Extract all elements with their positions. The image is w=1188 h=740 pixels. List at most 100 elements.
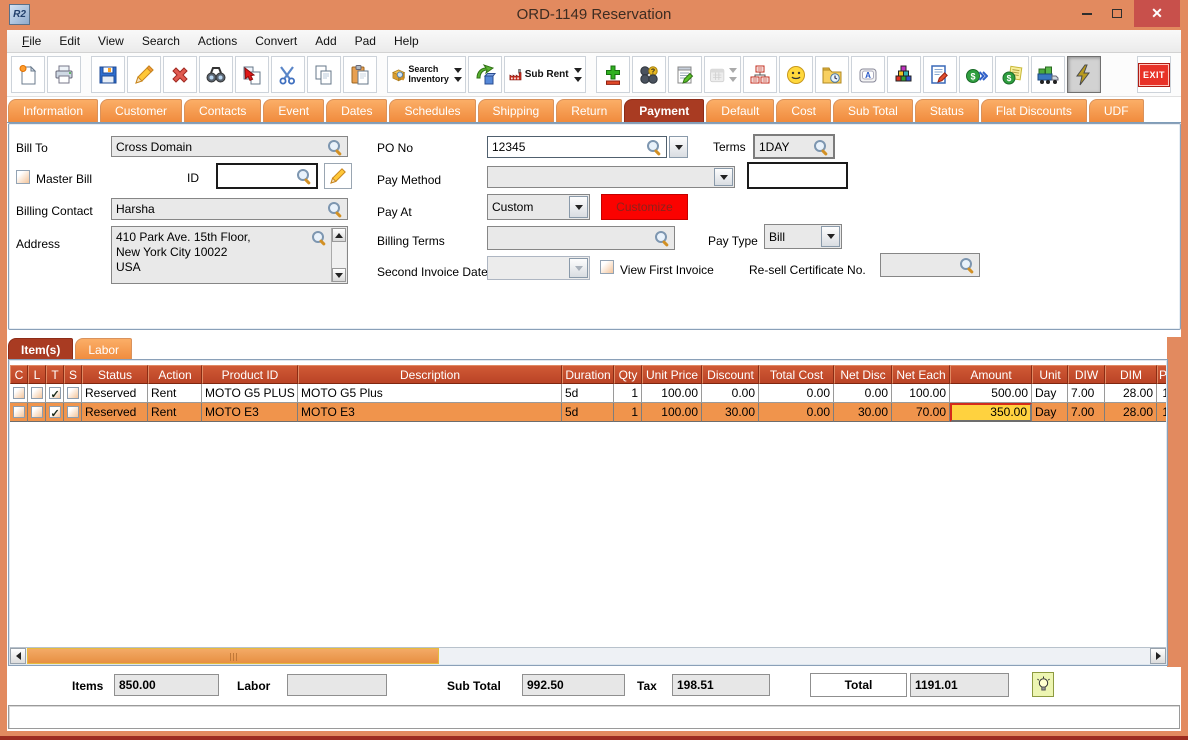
scroll-down-icon[interactable] — [332, 268, 346, 282]
new-document-button[interactable] — [11, 56, 45, 93]
scroll-right-icon[interactable] — [1150, 648, 1166, 664]
pay-method-dropdown[interactable] — [714, 168, 733, 186]
smiley-button[interactable] — [779, 56, 813, 93]
tab-default[interactable]: Default — [706, 99, 774, 122]
col-header-discount[interactable]: Discount — [702, 365, 759, 384]
table-cell[interactable]: 5d — [562, 384, 614, 403]
row-checkbox-cell[interactable] — [10, 384, 28, 403]
terms-field[interactable]: 1DAY — [753, 134, 835, 159]
col-header-duration[interactable]: Duration — [562, 365, 614, 384]
menu-item-add[interactable]: Add — [306, 30, 345, 52]
table-cell[interactable]: 28.00 — [1105, 403, 1157, 422]
col-header-net-each[interactable]: Net Each — [892, 365, 950, 384]
table-cell[interactable]: 100.00 — [642, 403, 702, 422]
exit-button[interactable]: EXIT — [1137, 56, 1171, 93]
search-icon[interactable] — [654, 230, 670, 246]
row-checkbox[interactable] — [13, 387, 25, 399]
org-chart-button[interactable] — [743, 56, 777, 93]
search-icon[interactable] — [813, 139, 829, 155]
table-cell[interactable]: 0.00 — [759, 384, 834, 403]
row-checkbox[interactable] — [49, 387, 61, 399]
table-cell[interactable]: 350.00 — [950, 403, 1032, 422]
items-tab-item-s-[interactable]: Item(s) — [8, 338, 73, 360]
sub-rent-dropdown[interactable] — [574, 68, 582, 82]
search-icon[interactable] — [327, 201, 343, 217]
print-button[interactable] — [47, 56, 81, 93]
table-cell[interactable]: 1 — [614, 384, 642, 403]
minimize-button[interactable] — [1072, 0, 1102, 27]
menu-item-help[interactable]: Help — [385, 30, 428, 52]
tab-dates[interactable]: Dates — [326, 99, 387, 122]
col-header-c[interactable]: C — [10, 365, 28, 384]
menu-item-pad[interactable]: Pad — [346, 30, 385, 52]
row-checkbox[interactable] — [67, 387, 79, 399]
tab-customer[interactable]: Customer — [100, 99, 182, 122]
table-cell[interactable]: 100.00 — [892, 384, 950, 403]
table-cell[interactable]: MOTO E3 — [298, 403, 562, 422]
delete-button[interactable] — [163, 56, 197, 93]
col-header-l[interactable]: L — [28, 365, 46, 384]
tab-event[interactable]: Event — [263, 99, 324, 122]
cut-button[interactable] — [271, 56, 305, 93]
money-forward-button[interactable]: $ — [959, 56, 993, 93]
tab-sub-total[interactable]: Sub Total — [833, 99, 913, 122]
table-cell[interactable]: 0.00 — [759, 403, 834, 422]
table-cell[interactable]: 0.00 — [834, 384, 892, 403]
table-cell[interactable]: 5d — [562, 403, 614, 422]
table-cell[interactable]: 30.00 — [702, 403, 759, 422]
table-cell[interactable]: 1 — [614, 403, 642, 422]
col-header-dim[interactable]: DIM — [1105, 365, 1157, 384]
tab-schedules[interactable]: Schedules — [389, 99, 475, 122]
col-header-net-disc[interactable]: Net Disc — [834, 365, 892, 384]
row-checkbox-cell[interactable] — [46, 403, 64, 422]
tab-udf[interactable]: UDF — [1089, 99, 1144, 122]
items-tab-labor[interactable]: Labor — [75, 338, 132, 360]
search-icon[interactable] — [646, 139, 662, 155]
table-cell[interactable]: 7.00 — [1068, 403, 1105, 422]
table-row[interactable]: ReservedRentMOTO G5 PLUSMOTO G5 Plus5d11… — [10, 384, 1166, 403]
tab-shipping[interactable]: Shipping — [478, 99, 555, 122]
col-header-description[interactable]: Description — [298, 365, 562, 384]
row-checkbox-cell[interactable] — [46, 384, 64, 403]
pay-at-dropdown[interactable] — [569, 196, 588, 218]
keyboard-key-button[interactable]: A — [851, 56, 885, 93]
search-icon[interactable] — [296, 168, 312, 184]
close-button[interactable]: ✕ — [1134, 0, 1180, 27]
search-inventory-dropdown[interactable] — [454, 68, 462, 82]
edit-button[interactable] — [127, 56, 161, 93]
row-checkbox[interactable] — [31, 387, 43, 399]
truck-button[interactable] — [1031, 56, 1065, 93]
view-first-invoice-checkbox[interactable] — [600, 260, 614, 274]
menu-item-view[interactable]: View — [89, 30, 133, 52]
table-cell[interactable]: Day — [1032, 384, 1068, 403]
tab-contacts[interactable]: Contacts — [184, 99, 261, 122]
pay-type-combo[interactable]: Bill — [764, 224, 842, 249]
document-edit-button[interactable] — [923, 56, 957, 93]
table-cell[interactable]: MOTO G5 Plus — [298, 384, 562, 403]
billing-terms-field[interactable] — [487, 226, 675, 250]
items-hscrollbar[interactable] — [10, 647, 1166, 664]
convert-3d-button[interactable] — [468, 56, 502, 93]
hscroll-thumb[interactable] — [27, 648, 439, 664]
table-cell[interactable]: 7.00 — [1068, 384, 1105, 403]
row-checkbox-cell[interactable] — [28, 384, 46, 403]
scroll-left-icon[interactable] — [10, 648, 26, 664]
table-cell[interactable]: MOTO G5 PLUS — [202, 384, 298, 403]
tab-flat-discounts[interactable]: Flat Discounts — [981, 99, 1087, 122]
col-header-action[interactable]: Action — [148, 365, 202, 384]
table-cell[interactable]: 0.00 — [702, 384, 759, 403]
save-button[interactable] — [91, 56, 125, 93]
col-header-amount[interactable]: Amount — [950, 365, 1032, 384]
customize-button[interactable]: Customize — [601, 194, 688, 220]
col-header-unit[interactable]: Unit — [1032, 365, 1068, 384]
table-cell[interactable]: 500.00 — [950, 384, 1032, 403]
id-edit-button[interactable] — [324, 163, 352, 189]
address-scrollbar[interactable] — [331, 228, 346, 282]
copy-transfer-button[interactable] — [235, 56, 269, 93]
table-cell[interactable]: 28.00 — [1105, 384, 1157, 403]
sub-rent-button[interactable]: Sub Rent — [504, 56, 586, 93]
col-header-qty[interactable]: Qty — [614, 365, 642, 384]
tab-cost[interactable]: Cost — [776, 99, 831, 122]
master-bill-checkbox[interactable] — [16, 170, 30, 184]
bill-to-field[interactable]: Cross Domain — [111, 136, 348, 157]
